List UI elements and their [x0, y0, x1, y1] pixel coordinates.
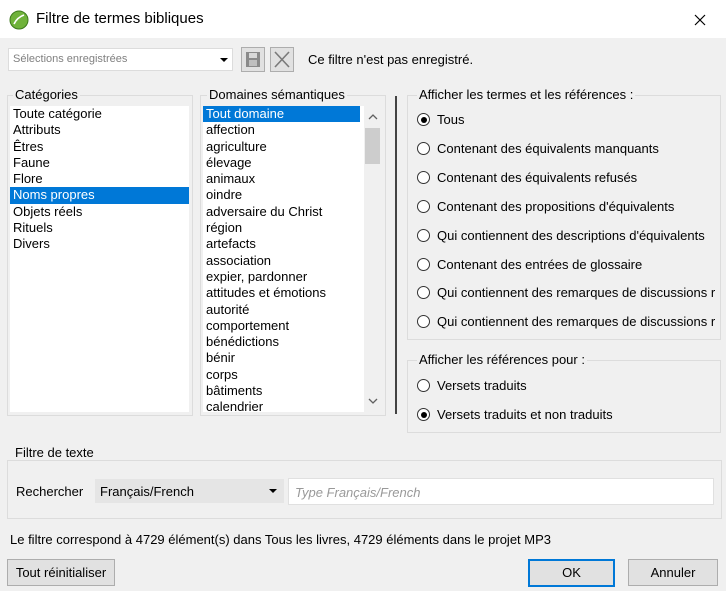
show-refs-options: Versets traduits Versets traduits et non …	[417, 376, 717, 431]
domain-item[interactable]: agriculture	[203, 139, 360, 155]
show-terms-option-label: Qui contiennent des remarques de discuss…	[437, 285, 716, 301]
reset-all-button[interactable]: Tout réinitialiser	[7, 559, 115, 586]
saved-selections-placeholder: Sélections enregistrées	[13, 53, 128, 65]
language-value: Français/French	[100, 484, 194, 499]
domain-item[interactable]: expier, pardonner	[203, 269, 360, 285]
radio-button[interactable]	[417, 170, 430, 184]
cancel-button[interactable]: Annuler	[628, 559, 718, 586]
domain-item[interactable]: artefacts	[203, 236, 360, 252]
scrollbar-thumb[interactable]	[365, 128, 380, 164]
category-item[interactable]: Flore	[10, 171, 189, 187]
category-item[interactable]: Êtres	[10, 139, 189, 155]
show-terms-option-label: Contenant des entrées de glossaire	[437, 256, 643, 272]
show-terms-option-label: Contenant des équivalents refusés	[437, 169, 638, 185]
show-terms-label: Afficher les termes et les références :	[417, 87, 636, 102]
radio-button[interactable]	[417, 199, 430, 213]
delete-filter-button[interactable]	[270, 47, 294, 72]
radio-button[interactable]	[417, 141, 430, 155]
domain-item[interactable]: autorité	[203, 302, 360, 318]
domain-item[interactable]: bénir	[203, 350, 360, 366]
category-item[interactable]: Noms propres	[10, 187, 189, 204]
window-title: Filtre de termes bibliques	[36, 10, 204, 27]
chevron-down-icon	[220, 57, 228, 62]
show-terms-option-label: Tous	[437, 112, 465, 127]
floppy-disk-icon	[246, 52, 260, 67]
ok-button[interactable]: OK	[528, 559, 615, 587]
radio-button[interactable]	[417, 286, 430, 300]
text-filter-placeholder: Type Français/French	[295, 485, 421, 500]
domain-item[interactable]: affection	[203, 122, 360, 138]
radio-button[interactable]	[417, 408, 430, 421]
domain-item[interactable]: bénédictions	[203, 334, 360, 350]
categories-label: Catégories	[13, 87, 80, 102]
filter-match-status: Le filtre correspond à 4729 élément(s) d…	[10, 532, 551, 547]
category-item[interactable]: Rituels	[10, 220, 189, 236]
show-terms-option-label: Contenant des propositions d'équivalents	[437, 198, 675, 214]
search-label: Rechercher	[16, 484, 84, 499]
text-filter-label: Filtre de texte	[13, 445, 96, 460]
domain-item[interactable]: oindre	[203, 187, 360, 203]
domain-item[interactable]: calendrier	[203, 399, 360, 412]
language-dropdown[interactable]: Français/French	[95, 479, 284, 503]
show-terms-option-label: Qui contiennent des descriptions d'équiv…	[437, 227, 705, 243]
show-refs-label: Afficher les références pour :	[417, 352, 587, 367]
radio-button[interactable]	[417, 228, 430, 242]
radio-button[interactable]	[417, 113, 430, 126]
domain-item[interactable]: animaux	[203, 171, 360, 187]
close-icon[interactable]	[690, 10, 710, 30]
domain-item[interactable]: région	[203, 220, 360, 236]
save-filter-button[interactable]	[241, 47, 265, 72]
domain-item[interactable]: comportement	[203, 318, 360, 334]
domains-list-items: Tout domaine affection agriculture élevage a…	[203, 106, 360, 412]
radio-button[interactable]	[417, 379, 430, 392]
domain-item[interactable]: association	[203, 253, 360, 269]
chevron-down-icon	[269, 489, 277, 493]
domains-listbox[interactable]: Tout domaine affection agriculture élevage a…	[203, 106, 381, 412]
categories-listbox[interactable]: Toute catégorie Attributs Êtres Faune Flore N…	[10, 106, 189, 412]
category-item[interactable]: Divers	[10, 236, 189, 252]
category-item[interactable]: Objets réels	[10, 204, 189, 220]
radio-button[interactable]	[417, 257, 430, 271]
show-terms-option-label: Qui contiennent des remarques de discuss…	[437, 314, 716, 330]
scroll-up-icon[interactable]	[368, 114, 378, 120]
show-terms-option-label: Contenant des équivalents manquants	[437, 140, 659, 156]
scroll-down-icon[interactable]	[368, 398, 378, 404]
vertical-splitter[interactable]	[395, 96, 397, 414]
domain-item[interactable]: corps	[203, 367, 360, 383]
radio-button[interactable]	[417, 315, 430, 329]
show-terms-options: Tous Contenant des équivalents manquants C…	[417, 110, 717, 335]
app-leaf-icon	[9, 10, 29, 30]
domain-item[interactable]: bâtiments	[203, 383, 360, 399]
domain-item[interactable]: attitudes et émotions	[203, 285, 360, 301]
show-refs-option-label: Versets traduits et non traduits	[437, 407, 613, 422]
domain-item[interactable]: adversaire du Christ	[203, 204, 360, 220]
show-refs-option-label: Versets traduits	[437, 378, 527, 393]
category-item[interactable]: Faune	[10, 155, 189, 171]
domain-item[interactable]: élevage	[203, 155, 360, 171]
domains-scrollbar[interactable]	[364, 106, 381, 412]
saved-selections-dropdown[interactable]: Sélections enregistrées	[8, 48, 233, 71]
category-item[interactable]: Toute catégorie	[10, 106, 189, 122]
domains-label: Domaines sémantiques	[207, 87, 347, 102]
close-icon	[274, 51, 290, 68]
text-filter-input[interactable]: Type Français/French	[288, 478, 714, 505]
domain-item[interactable]: Tout domaine	[203, 106, 360, 123]
saved-status-text: Ce filtre n'est pas enregistré.	[308, 52, 474, 67]
category-item[interactable]: Attributs	[10, 122, 189, 138]
